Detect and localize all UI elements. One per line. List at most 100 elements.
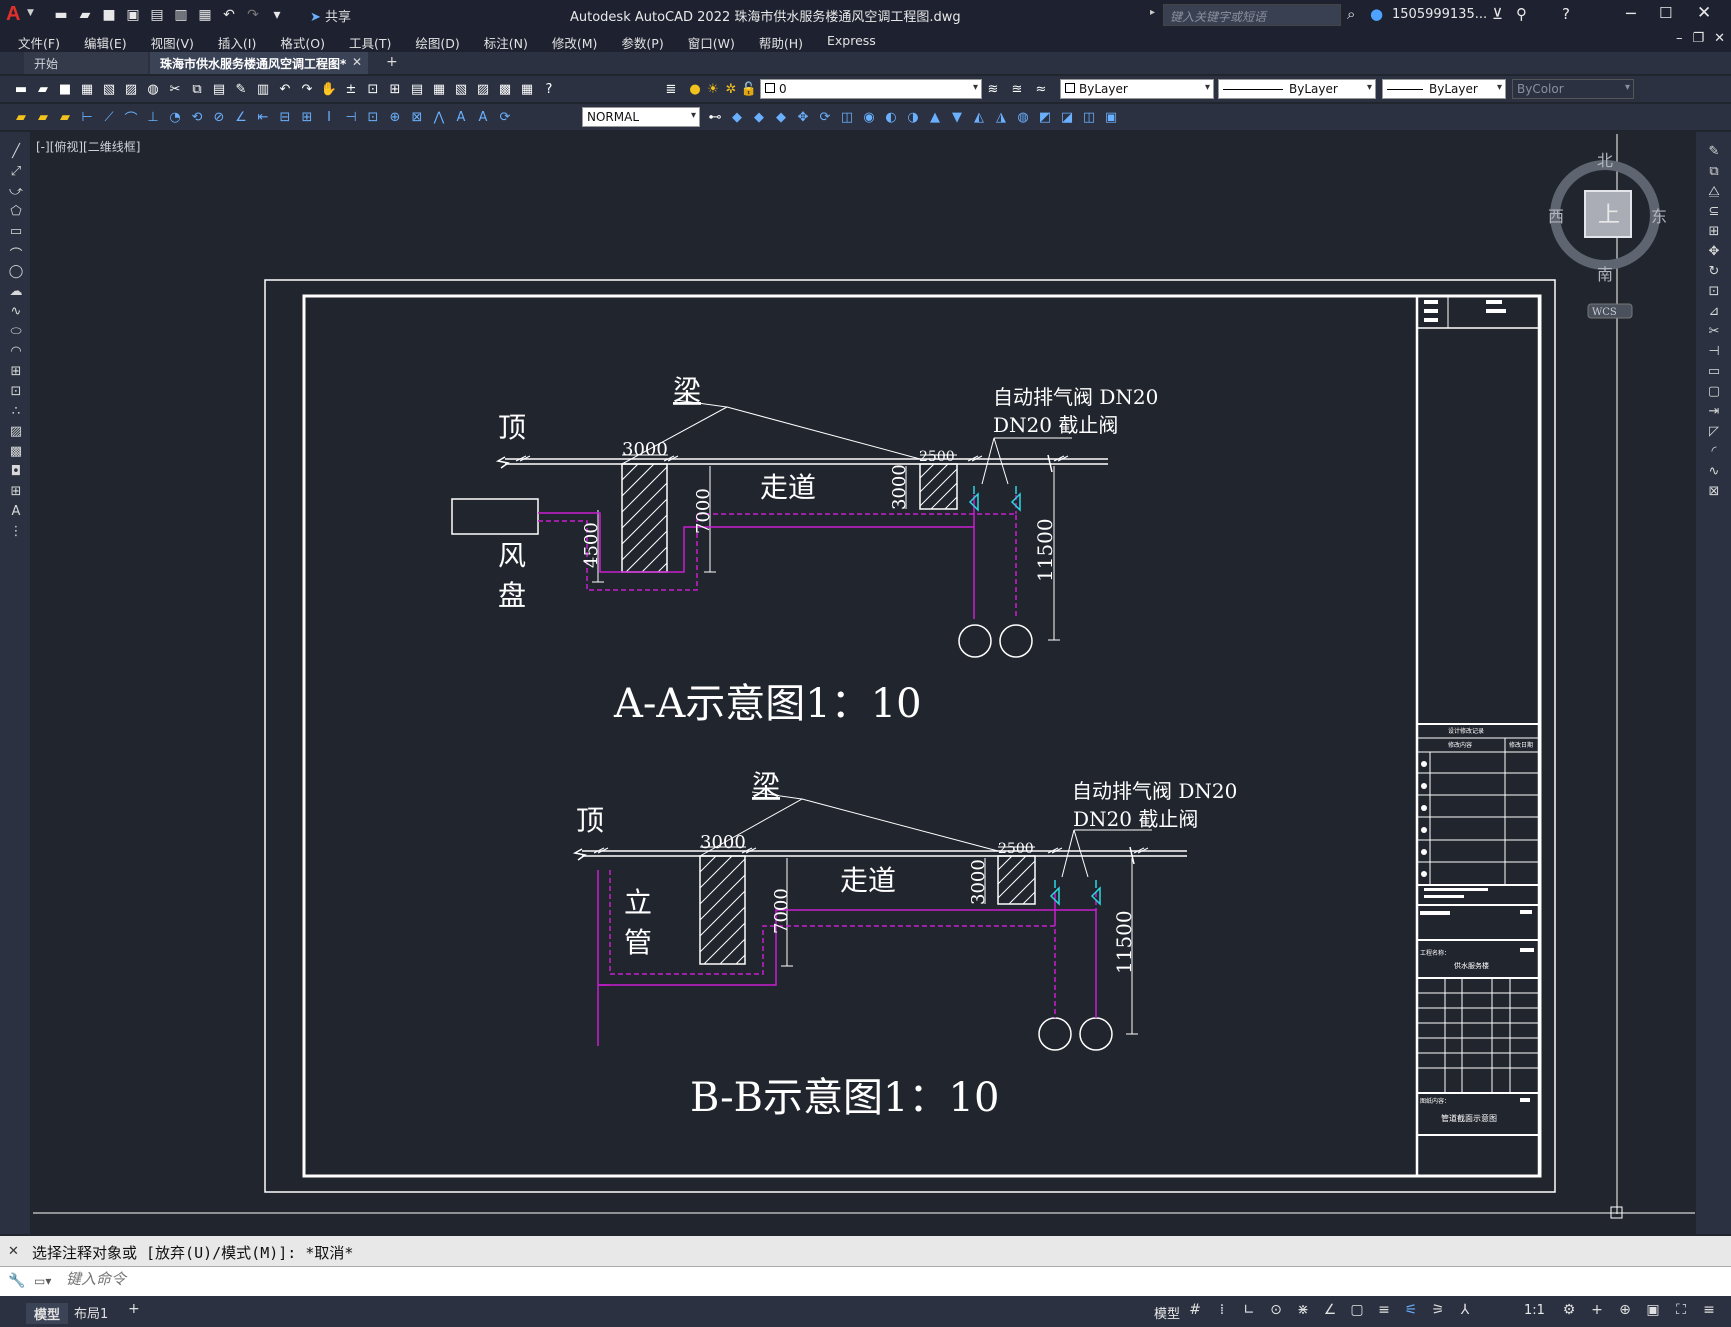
- dim-angular-icon[interactable]: ∠: [232, 108, 250, 126]
- customize-icon[interactable]: ≡: [1700, 1302, 1718, 1320]
- command-prompt-icon[interactable]: ▭▾: [34, 1274, 51, 1288]
- object-snap-icon[interactable]: ▢: [1348, 1302, 1366, 1320]
- rotate-icon[interactable]: ↻: [1705, 264, 1723, 282]
- construction-line-icon[interactable]: ⤢: [7, 164, 25, 182]
- solid-box-icon[interactable]: ◆: [728, 108, 746, 126]
- save-file-icon[interactable]: ■: [56, 80, 74, 98]
- insert-block-icon[interactable]: ⊞: [7, 364, 25, 382]
- qnew-icon[interactable]: ▬: [12, 80, 30, 98]
- break-icon[interactable]: ▢: [1705, 384, 1723, 402]
- plot-icon[interactable]: ▦: [196, 6, 214, 24]
- gradient-icon[interactable]: ▩: [7, 444, 25, 462]
- doc-restore-icon[interactable]: ❐: [1692, 31, 1704, 46]
- subtract-icon[interactable]: ◐: [882, 108, 900, 126]
- annotation-scale-icon[interactable]: ⅄: [1456, 1302, 1474, 1320]
- mtext-icon[interactable]: A: [7, 504, 25, 522]
- zoom-realtime-icon[interactable]: ±: [342, 80, 360, 98]
- pan-icon[interactable]: ✋: [320, 80, 338, 98]
- menu-insert[interactable]: 插入(I): [218, 30, 256, 52]
- polygon-icon[interactable]: ⬠: [7, 204, 25, 222]
- dim-style-icon[interactable]: ⊷: [706, 108, 724, 126]
- solid-wedge-icon[interactable]: ◆: [750, 108, 768, 126]
- help-icon[interactable]: ?: [1562, 5, 1570, 23]
- table-icon[interactable]: ⊞: [7, 484, 25, 502]
- make-block-icon[interactable]: ⊡: [7, 384, 25, 402]
- ellipse-arc-icon[interactable]: ◠: [7, 344, 25, 362]
- layer-dropdown[interactable]: 0 ▾: [760, 79, 982, 99]
- revolve-icon[interactable]: ◍: [1014, 108, 1032, 126]
- trim-icon[interactable]: ✂: [1705, 324, 1723, 342]
- menu-dimension[interactable]: 标注(N): [484, 30, 528, 52]
- layout-tab-model[interactable]: 模型: [26, 1303, 69, 1324]
- color-dropdown[interactable]: ByLayer ▾: [1060, 79, 1214, 99]
- menu-edit[interactable]: 编辑(E): [84, 30, 127, 52]
- dim-ordinate-icon[interactable]: ⊥: [144, 108, 162, 126]
- lineweight-dropdown[interactable]: ByLayer ▾: [1382, 79, 1506, 99]
- plot-preview-icon[interactable]: ▧: [100, 80, 118, 98]
- layer-properties-icon[interactable]: ≣: [662, 80, 680, 98]
- dim-break-icon[interactable]: ⊣: [342, 108, 360, 126]
- dim-linear-icon[interactable]: ⊢: [78, 108, 96, 126]
- arc-icon[interactable]: ⌒: [7, 244, 25, 263]
- isodraft-icon[interactable]: ⋇: [1294, 1302, 1312, 1320]
- union-icon[interactable]: ◉: [860, 108, 878, 126]
- move-icon[interactable]: ✥: [1705, 244, 1723, 262]
- point-icon[interactable]: ∴: [7, 404, 25, 422]
- layer-lock-icon[interactable]: 🔓: [740, 80, 758, 98]
- expand-arrow-icon[interactable]: ▸: [1150, 7, 1155, 18]
- array-icon[interactable]: ⊞: [1705, 224, 1723, 242]
- tool-palette-icon[interactable]: ▧: [452, 80, 470, 98]
- extrude-icon[interactable]: ▲: [926, 108, 944, 126]
- menu-draw[interactable]: 绘图(D): [415, 30, 459, 52]
- zoom-previous-icon[interactable]: ⊞: [386, 80, 404, 98]
- menu-help[interactable]: 帮助(H): [759, 30, 803, 52]
- presspull-icon[interactable]: ▼: [948, 108, 966, 126]
- open-file-icon[interactable]: ▰: [34, 80, 52, 98]
- publish-3d-icon[interactable]: ◍: [144, 80, 162, 98]
- undo-icon[interactable]: ↶: [220, 6, 238, 24]
- dimstyle-dropdown[interactable]: NORMAL ▾: [582, 107, 700, 127]
- layer-previous-icon[interactable]: ≊: [1008, 80, 1026, 98]
- dim-space-icon[interactable]: I: [320, 108, 338, 126]
- scale-icon[interactable]: ⊡: [1705, 284, 1723, 302]
- cut-icon[interactable]: ✂: [166, 80, 184, 98]
- join-icon[interactable]: ⇥: [1705, 404, 1723, 422]
- wrench-icon[interactable]: 🔧: [8, 1273, 25, 1289]
- menu-express[interactable]: Express: [827, 30, 876, 52]
- circle-icon[interactable]: ◯: [7, 264, 25, 282]
- layer-match-icon[interactable]: ≈: [1032, 80, 1050, 98]
- close-icon[interactable]: ✕: [1697, 3, 1711, 23]
- loft-icon[interactable]: ◮: [992, 108, 1010, 126]
- add-selected-icon[interactable]: ⋮: [7, 524, 25, 542]
- render-icon[interactable]: ▣: [1102, 108, 1120, 126]
- menu-modify[interactable]: 修改(M): [552, 30, 598, 52]
- inspect-icon[interactable]: ⊠: [408, 108, 426, 126]
- doc-close-icon[interactable]: ✕: [1714, 31, 1725, 46]
- hatch-icon[interactable]: ▨: [7, 424, 25, 442]
- menu-format[interactable]: 格式(O): [280, 30, 325, 52]
- copy-object-icon[interactable]: ⧉: [1705, 164, 1723, 182]
- polyline-icon[interactable]: ⤻: [7, 184, 25, 202]
- a360-icon[interactable]: ⚲: [1516, 5, 1527, 23]
- menu-tools[interactable]: 工具(T): [349, 30, 391, 52]
- region-icon[interactable]: ◘: [7, 464, 25, 482]
- dim-continue-icon[interactable]: ⊞: [298, 108, 316, 126]
- minimize-icon[interactable]: ─: [1626, 4, 1636, 23]
- jogged-linear-icon[interactable]: ⋀: [430, 108, 448, 126]
- undo-tb-icon[interactable]: ↶: [276, 80, 294, 98]
- compass-north[interactable]: 北: [1597, 151, 1613, 170]
- quick-dim-icon[interactable]: ⇤: [254, 108, 272, 126]
- save-web-icon[interactable]: ▥: [172, 6, 190, 24]
- lineweight-icon[interactable]: ≡: [1375, 1302, 1393, 1320]
- slice-icon[interactable]: ◩: [1036, 108, 1054, 126]
- redo-icon[interactable]: ↷: [244, 6, 262, 24]
- viewcube[interactable]: 上 北 南 东 西 WCS: [1540, 150, 1670, 320]
- maximize-icon[interactable]: ☐: [1659, 4, 1672, 22]
- fillet-icon[interactable]: ◜: [1705, 444, 1723, 462]
- qat-customize-icon[interactable]: ▾: [268, 6, 286, 24]
- layout-tab-layout1[interactable]: 布局1: [74, 1303, 108, 1322]
- auto-scale-icon[interactable]: ⚞: [1429, 1302, 1447, 1320]
- block-define-icon[interactable]: ▰: [12, 108, 30, 126]
- viewport-controls[interactable]: [-][俯视][二维线框]: [36, 138, 140, 155]
- paste-icon[interactable]: ▤: [210, 80, 228, 98]
